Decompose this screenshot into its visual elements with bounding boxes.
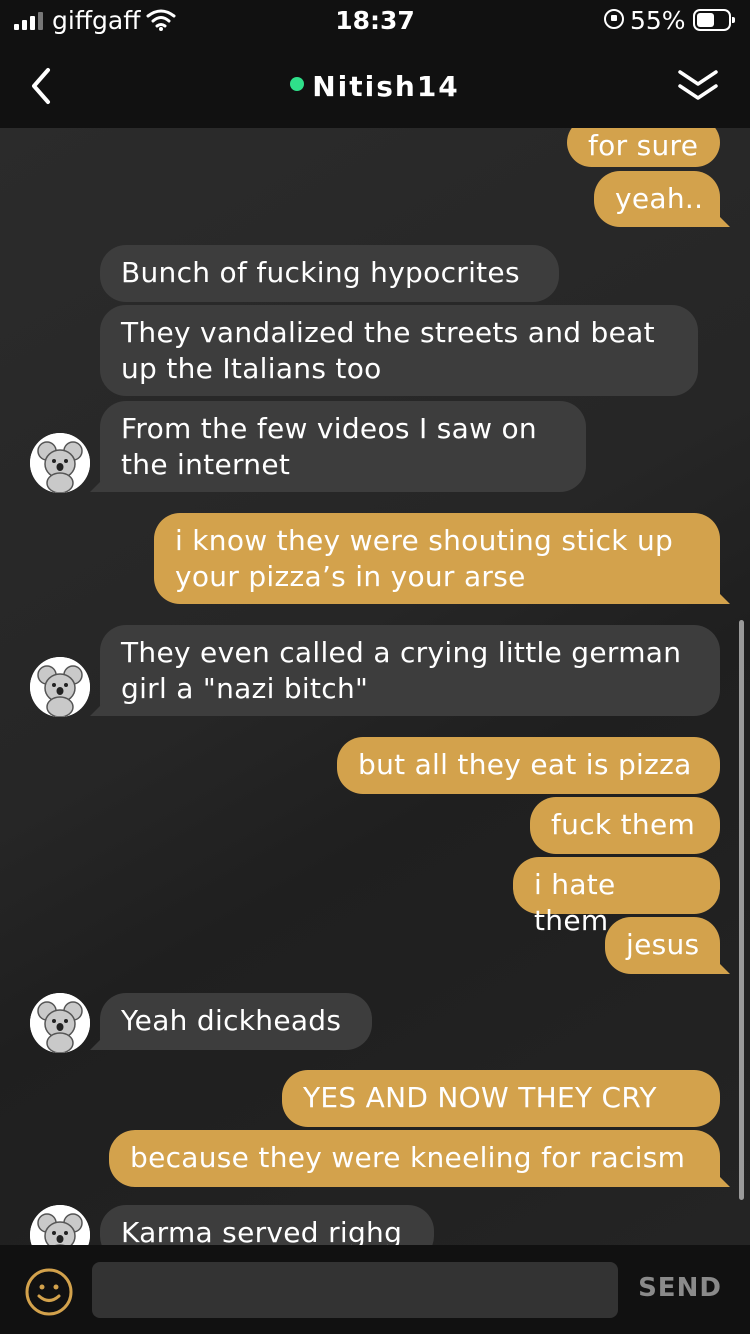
message-text: fuck them xyxy=(551,808,696,841)
orientation-lock-icon xyxy=(604,9,624,29)
message-bubble-outgoing[interactable]: YES AND NOW THEY CRY xyxy=(282,1070,720,1127)
message-text: but all they eat is pizza xyxy=(358,748,692,781)
battery-icon xyxy=(693,9,735,31)
message-text: for sure xyxy=(588,129,699,162)
message-bubble-incoming[interactable]: Yeah dickheads xyxy=(90,993,372,1050)
contact-avatar[interactable] xyxy=(30,1205,90,1245)
message-bubble-incoming[interactable]: Bunch of fucking hypocrites xyxy=(100,245,559,302)
message-bubble-incoming[interactable]: They vandalized the streets and beat up … xyxy=(100,305,698,396)
koala-avatar-icon xyxy=(30,993,90,1053)
message-bubble-incoming[interactable]: Karma served righg xyxy=(100,1205,434,1245)
message-bubble-outgoing[interactable]: jesus xyxy=(605,917,730,974)
message-bubble-outgoing[interactable]: i hate them xyxy=(513,857,720,937)
message-text: They vandalized the streets and beat up … xyxy=(121,316,655,385)
message-list[interactable]: for sure yeah.. Bunch of fucking hypocri… xyxy=(0,128,750,1245)
battery-level xyxy=(697,13,714,27)
message-text: i hate them xyxy=(534,868,616,937)
message-bubble-outgoing[interactable]: because they were kneeling for racism xyxy=(109,1130,730,1187)
emoji-icon[interactable] xyxy=(24,1267,74,1317)
message-text: From the few videos I saw on the interne… xyxy=(121,412,537,481)
message-text: YES AND NOW THEY CRY xyxy=(303,1081,657,1114)
composer-bar: SEND xyxy=(0,1245,750,1334)
message-text: Yeah dickheads xyxy=(121,1004,342,1037)
message-bubble-outgoing[interactable]: but all they eat is pizza xyxy=(337,737,720,794)
contact-avatar[interactable] xyxy=(30,433,90,493)
message-text: They even called a crying little german … xyxy=(121,636,682,705)
message-bubble-outgoing[interactable]: for sure xyxy=(567,128,720,167)
online-indicator xyxy=(290,76,305,91)
chat-header: Nitish14 xyxy=(0,44,750,128)
message-text: yeah.. xyxy=(615,182,704,215)
koala-avatar-icon xyxy=(30,1205,90,1245)
message-bubble-incoming[interactable]: From the few videos I saw on the interne… xyxy=(90,401,586,492)
koala-avatar-icon xyxy=(30,657,90,717)
contact-avatar[interactable] xyxy=(30,993,90,1053)
message-text: because they were kneeling for racism xyxy=(130,1141,686,1174)
status-bar: giffgaff 18:37 55% xyxy=(0,0,750,44)
message-bubble-outgoing[interactable]: fuck them xyxy=(530,797,720,854)
contact-title[interactable]: Nitish14 xyxy=(0,70,750,103)
message-text: Bunch of fucking hypocrites xyxy=(121,256,520,289)
message-bubble-outgoing[interactable]: i know they were shouting stick up your … xyxy=(154,513,730,604)
battery-percent: 55% xyxy=(630,6,686,35)
message-bubble-outgoing[interactable]: yeah.. xyxy=(594,171,730,227)
contact-name: Nitish14 xyxy=(312,70,460,103)
message-input[interactable] xyxy=(92,1262,618,1318)
contact-avatar[interactable] xyxy=(30,657,90,717)
send-button[interactable]: SEND xyxy=(630,1273,730,1303)
message-bubble-incoming[interactable]: They even called a crying little german … xyxy=(90,625,720,716)
message-text: i know they were shouting stick up your … xyxy=(175,524,674,593)
message-text: Karma served righg xyxy=(121,1216,403,1245)
scrollbar[interactable] xyxy=(739,620,744,1200)
collapse-double-chevron-icon[interactable] xyxy=(674,64,722,108)
message-text: jesus xyxy=(626,928,700,961)
koala-avatar-icon xyxy=(30,433,90,493)
